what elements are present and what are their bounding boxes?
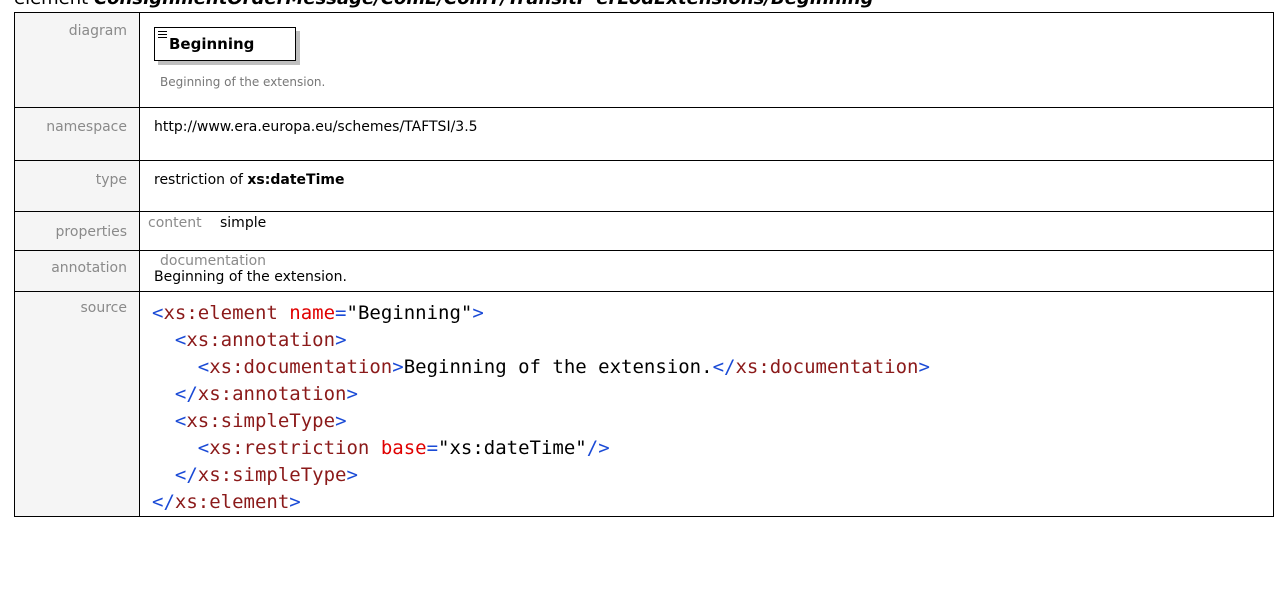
source-indent xyxy=(152,383,175,405)
source-tag: xs:element xyxy=(163,302,278,324)
source-bracket: > xyxy=(346,383,358,405)
source-bracket: < xyxy=(152,302,164,324)
source-line: <xs:annotation> xyxy=(152,327,1273,354)
properties-cell: content simple xyxy=(139,211,1274,251)
label-namespace: namespace xyxy=(14,107,140,161)
source-indent xyxy=(152,437,198,459)
label-properties: properties xyxy=(14,211,140,251)
source-text: Beginning of the extension. xyxy=(403,356,713,378)
source-equals: = xyxy=(335,302,347,324)
source-line: </xs:simpleType> xyxy=(152,462,1273,489)
source-tag: xs:element xyxy=(174,491,290,513)
header-element-path: ConsignmentOrderMessage/ComE/ComT/Transi… xyxy=(94,0,874,9)
property-key: content xyxy=(148,215,202,231)
type-prefix: restriction of xyxy=(154,172,248,188)
diagram-element-doc: Beginning of the extension. xyxy=(160,75,326,89)
source-line: </xs:element> xyxy=(152,489,1273,516)
row-diagram: diagram Beginning Beginning of the exten… xyxy=(14,12,1274,108)
source-line: <xs:documentation>Beginning of the exten… xyxy=(152,354,1273,381)
annotation-cell: documentation Beginning of the extension… xyxy=(139,250,1274,292)
namespace-value: http://www.era.europa.eu/schemes/TAFTSI/… xyxy=(139,107,1274,161)
source-bracket: > xyxy=(335,329,347,351)
source-indent xyxy=(152,464,175,486)
source-line: <xs:simpleType> xyxy=(152,408,1273,435)
source-bracket: > xyxy=(392,356,404,378)
source-bracket: > xyxy=(335,410,347,432)
source-tag: xs:restriction xyxy=(209,437,370,459)
source-bracket: </ xyxy=(152,491,175,513)
source-string: "Beginning" xyxy=(346,302,473,324)
label-source: source xyxy=(14,291,140,517)
annotation-text: Beginning of the extension. xyxy=(154,269,347,285)
type-cell: restriction of xs:dateTime xyxy=(139,160,1274,212)
label-annotation: annotation xyxy=(14,250,140,292)
source-tag: xs:simpleType xyxy=(186,410,336,432)
source-bracket: < xyxy=(197,356,210,378)
source-bracket: > xyxy=(289,491,301,513)
diagram-cell: Beginning Beginning of the extension. xyxy=(139,12,1274,108)
source-bracket: </ xyxy=(712,356,736,378)
source-bracket: > xyxy=(346,464,358,486)
row-properties: properties content simple xyxy=(14,211,1274,251)
source-bracket: > xyxy=(472,302,484,324)
source-bracket: /> xyxy=(586,437,610,459)
source-attribute: base xyxy=(369,437,427,459)
label-type: type xyxy=(14,160,140,212)
source-line: <xs:restriction base="xs:dateTime"/> xyxy=(152,435,1273,462)
page-header: element ConsignmentOrderMessage/ComE/Com… xyxy=(14,0,873,12)
documentation-lines-icon xyxy=(158,31,167,39)
source-tag: xs:annotation xyxy=(197,383,347,405)
source-bracket: < xyxy=(174,329,187,351)
row-annotation: annotation documentation Beginning of th… xyxy=(14,250,1274,292)
source-line: </xs:annotation> xyxy=(152,381,1273,408)
diagram-element-box[interactable]: Beginning xyxy=(154,27,304,65)
source-tag: xs:documentation xyxy=(209,356,393,378)
diagram-element[interactable]: Beginning xyxy=(154,27,296,61)
source-cell: <xs:element name="Beginning"> <xs:annota… xyxy=(139,291,1274,517)
source-tag: xs:simpleType xyxy=(197,464,347,486)
source-tag: xs:annotation xyxy=(186,329,336,351)
element-doc-table: diagram Beginning Beginning of the exten… xyxy=(14,12,1274,517)
source-bracket: > xyxy=(918,356,930,378)
source-bracket: </ xyxy=(174,383,198,405)
property-value: simple xyxy=(220,215,267,231)
source-bracket: </ xyxy=(174,464,198,486)
header-kind: element xyxy=(14,0,88,9)
label-diagram: diagram xyxy=(14,12,140,108)
source-attribute: name xyxy=(277,302,336,324)
source-tag: xs:documentation xyxy=(735,356,919,378)
source-bracket: < xyxy=(174,410,187,432)
row-source: source <xs:element name="Beginning"> <xs… xyxy=(14,291,1274,517)
annotation-key: documentation xyxy=(160,253,267,269)
source-indent xyxy=(152,356,198,378)
source-bracket: < xyxy=(197,437,210,459)
source-indent xyxy=(152,329,175,351)
row-namespace: namespace http://www.era.europa.eu/schem… xyxy=(14,107,1274,161)
source-indent xyxy=(152,410,175,432)
source-equals: = xyxy=(426,437,439,459)
source-line: <xs:element name="Beginning"> xyxy=(152,300,1273,327)
diagram-element-name: Beginning xyxy=(169,35,255,53)
source-string: "xs:dateTime" xyxy=(438,437,587,459)
source-code: <xs:element name="Beginning"> <xs:annota… xyxy=(152,292,1273,516)
type-base-link[interactable]: xs:dateTime xyxy=(247,172,344,188)
row-type: type restriction of xs:dateTime xyxy=(14,160,1274,212)
